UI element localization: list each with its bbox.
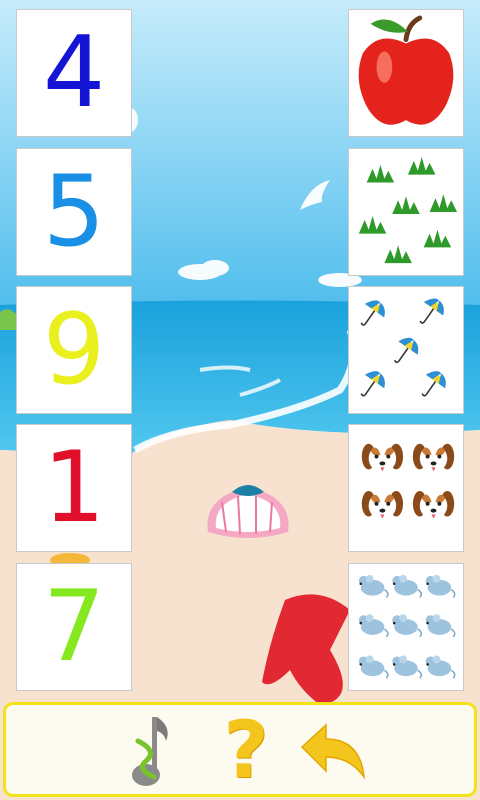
picture-card-apple[interactable]: [348, 9, 464, 137]
number-card-9[interactable]: 9: [16, 286, 132, 414]
picture-card-grass[interactable]: [348, 148, 464, 276]
number-label: 9: [42, 293, 106, 407]
question-mark-icon: ?: [223, 706, 269, 796]
number-label: 7: [42, 570, 106, 684]
number-card-4[interactable]: 4: [16, 9, 132, 137]
umbrella-icon: [353, 292, 452, 405]
music-note-icon: [132, 717, 168, 786]
mouse-icon: [358, 574, 456, 679]
picture-card-mouse[interactable]: [348, 563, 464, 691]
grass-icon: [358, 156, 458, 264]
apple-icon: [358, 15, 454, 125]
picture-card-puppy[interactable]: [348, 424, 464, 552]
help-button[interactable]: ?: [218, 707, 274, 795]
bottom-toolbar: ?: [3, 702, 477, 797]
picture-card-umbrella[interactable]: [348, 286, 464, 414]
number-label: 4: [42, 16, 106, 130]
back-arrow-icon: [300, 723, 366, 780]
number-label: 5: [42, 155, 106, 269]
puppy-icon: [361, 443, 455, 520]
number-card-5[interactable]: 5: [16, 148, 132, 276]
music-toggle-button[interactable]: [128, 711, 176, 793]
number-card-1[interactable]: 1: [16, 424, 132, 552]
number-label: 1: [42, 431, 106, 545]
number-card-7[interactable]: 7: [16, 563, 132, 691]
back-button[interactable]: [298, 717, 368, 783]
